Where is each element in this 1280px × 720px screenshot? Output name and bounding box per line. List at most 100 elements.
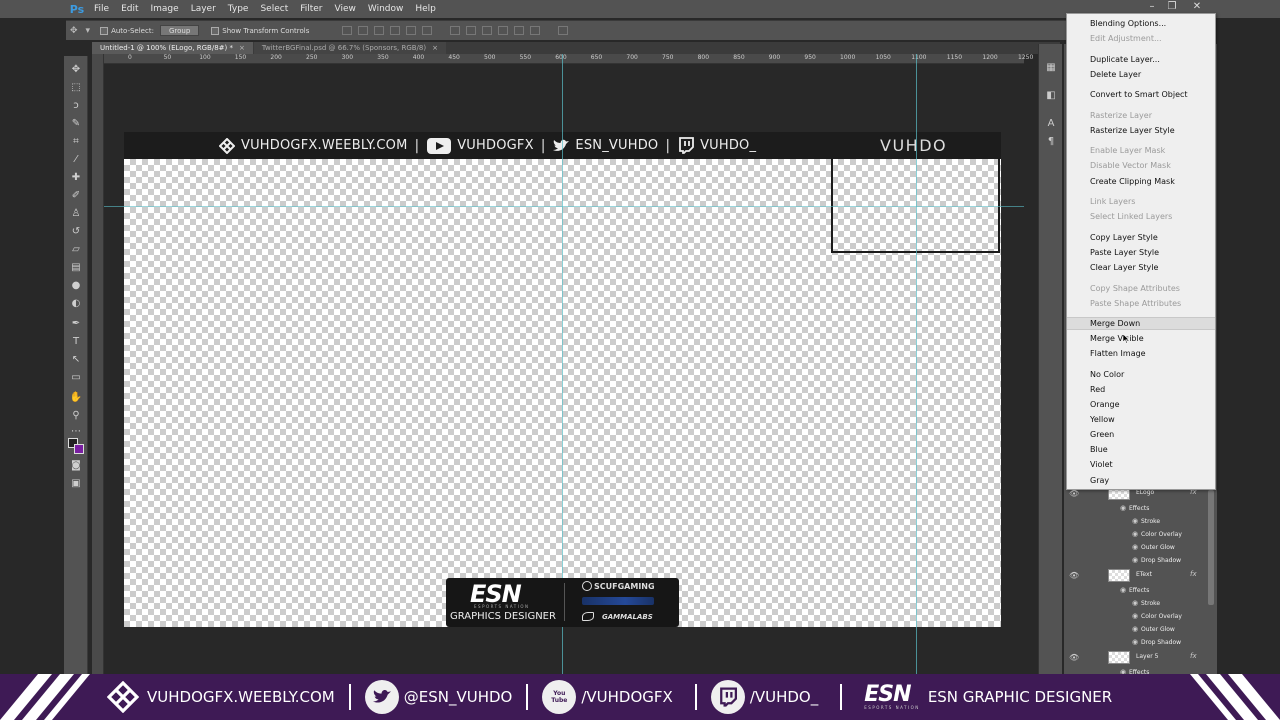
- align-left-icon[interactable]: [390, 26, 401, 35]
- adjustments-panel-icon[interactable]: ◧: [1044, 90, 1058, 102]
- auto-select-dropdown[interactable]: Group: [159, 25, 200, 36]
- menu-item-no-color[interactable]: No Color: [1090, 370, 1124, 379]
- menu-item-duplicate-layer[interactable]: Duplicate Layer...: [1090, 55, 1160, 64]
- transform-controls-checkbox[interactable]: [211, 26, 220, 35]
- menu-item-rasterize-layer-style[interactable]: Rasterize Layer Style: [1090, 126, 1175, 135]
- layer-row[interactable]: 👁 Layer 5 fx: [1064, 650, 1207, 666]
- visibility-eye-icon[interactable]: ◉: [1132, 530, 1138, 538]
- visibility-eye-icon[interactable]: ◉: [1132, 625, 1138, 633]
- menu-item-paste-layer-style[interactable]: Paste Layer Style: [1090, 248, 1159, 257]
- menu-item-flatten-image[interactable]: Flatten Image: [1090, 349, 1146, 358]
- minimize-button[interactable]: –: [1142, 0, 1162, 14]
- menu-item-copy-layer-style[interactable]: Copy Layer Style: [1090, 233, 1158, 242]
- close-button[interactable]: ✕: [1187, 0, 1207, 14]
- distribute-right-icon[interactable]: [530, 26, 541, 35]
- tab-twitter-bg[interactable]: TwitterBGFinal.psd @ 66.7% (Sponsors, RG…: [253, 42, 446, 54]
- move-tool-icon[interactable]: ✥: [69, 64, 83, 76]
- menu-item-convert-to-smart-object[interactable]: Convert to Smart Object: [1090, 90, 1188, 99]
- effects-group-row[interactable]: ◉ Effects: [1120, 503, 1209, 515]
- guide-horizontal[interactable]: [104, 206, 1024, 207]
- visibility-eye-icon[interactable]: ◉: [1132, 543, 1138, 551]
- menu-item-blue[interactable]: Blue: [1090, 445, 1108, 454]
- menu-item-delete-layer[interactable]: Delete Layer: [1090, 70, 1141, 79]
- vertical-ruler[interactable]: [92, 54, 104, 674]
- effect-row[interactable]: ◉ Color Overlay: [1132, 611, 1209, 623]
- eyedropper-tool-icon[interactable]: ⁄: [69, 154, 83, 166]
- distribute-center-icon[interactable]: [514, 26, 525, 35]
- menu-window[interactable]: Window: [362, 0, 410, 18]
- hand-tool-icon[interactable]: ✋: [69, 392, 83, 404]
- menu-item-green[interactable]: Green: [1090, 430, 1114, 439]
- visibility-eye-icon[interactable]: 👁: [1069, 653, 1079, 662]
- crop-tool-icon[interactable]: ⌗: [69, 136, 83, 148]
- quick-mask-icon[interactable]: ◙: [69, 460, 83, 472]
- healing-brush-tool-icon[interactable]: ✚: [69, 172, 83, 184]
- gradient-tool-icon[interactable]: ▤: [69, 262, 83, 274]
- distribute-middle-icon[interactable]: [466, 26, 477, 35]
- visibility-eye-icon[interactable]: ◉: [1132, 517, 1138, 525]
- menu-view[interactable]: View: [329, 0, 362, 18]
- close-icon[interactable]: ×: [432, 42, 438, 54]
- menu-item-red[interactable]: Red: [1090, 385, 1105, 394]
- eraser-tool-icon[interactable]: ▱: [69, 244, 83, 256]
- menu-item-blending-options[interactable]: Blending Options...: [1090, 19, 1166, 28]
- effect-row[interactable]: ◉ Color Overlay: [1132, 529, 1209, 541]
- distribute-top-icon[interactable]: [450, 26, 461, 35]
- menu-item-violet[interactable]: Violet: [1090, 460, 1113, 469]
- history-brush-tool-icon[interactable]: ↺: [69, 226, 83, 238]
- effect-row[interactable]: ◉ Drop Shadow: [1132, 637, 1209, 649]
- quick-select-tool-icon[interactable]: ✎: [69, 118, 83, 130]
- esn-badge[interactable]: ESN ESPORTS NATION GRAPHICS DESIGNER SCU…: [446, 578, 679, 627]
- layers-scrollbar[interactable]: [1208, 490, 1214, 605]
- menu-item-merge-visible[interactable]: Merge Visible: [1090, 334, 1144, 343]
- effect-row[interactable]: ◉ Outer Glow: [1132, 542, 1209, 554]
- character-panel-icon[interactable]: A: [1044, 118, 1058, 130]
- menu-item-yellow[interactable]: Yellow: [1090, 415, 1115, 424]
- layer-fx-icon[interactable]: fx: [1190, 570, 1197, 578]
- align-top-icon[interactable]: [342, 26, 353, 35]
- visibility-eye-icon[interactable]: 👁: [1069, 571, 1079, 580]
- auto-align-icon[interactable]: [558, 26, 569, 35]
- visibility-eye-icon[interactable]: 👁: [1069, 489, 1079, 498]
- visibility-eye-icon[interactable]: ◉: [1132, 638, 1138, 646]
- pen-tool-icon[interactable]: ✒: [69, 318, 83, 330]
- align-right-icon[interactable]: [422, 26, 433, 35]
- visibility-eye-icon[interactable]: ◉: [1120, 504, 1126, 512]
- menu-edit[interactable]: Edit: [115, 0, 144, 18]
- visibility-eye-icon[interactable]: ◉: [1120, 586, 1126, 594]
- marquee-tool-icon[interactable]: ⬚: [69, 82, 83, 94]
- effects-group-row[interactable]: ◉ Effects: [1120, 585, 1209, 597]
- clone-stamp-tool-icon[interactable]: ♙: [69, 208, 83, 220]
- menu-type[interactable]: Type: [222, 0, 255, 18]
- horizontal-ruler[interactable]: 0 50 100 150 200 250 300 350 400 450 500 550 600 650 7…: [104, 54, 1061, 64]
- lasso-tool-icon[interactable]: ↄ: [69, 100, 83, 112]
- type-tool-icon[interactable]: T: [69, 336, 83, 348]
- menu-item-clear-layer-style[interactable]: Clear Layer Style: [1090, 263, 1158, 272]
- menu-filter[interactable]: Filter: [294, 0, 328, 18]
- tab-untitled-1[interactable]: Untitled-1 @ 100% (ELogo, RGB/8#) * ×: [92, 42, 253, 54]
- menu-item-gray[interactable]: Gray: [1090, 476, 1109, 485]
- align-center-icon[interactable]: [406, 26, 417, 35]
- brush-tool-icon[interactable]: ✐: [69, 190, 83, 202]
- align-bottom-icon[interactable]: [374, 26, 385, 35]
- distribute-bottom-icon[interactable]: [482, 26, 493, 35]
- menu-file[interactable]: File: [88, 0, 115, 18]
- close-icon[interactable]: ×: [239, 42, 245, 54]
- effect-row[interactable]: ◉ Stroke: [1132, 516, 1209, 528]
- zoom-tool-icon[interactable]: ⚲: [69, 410, 83, 422]
- menu-select[interactable]: Select: [254, 0, 294, 18]
- auto-select-checkbox[interactable]: [100, 26, 109, 35]
- shape-tool-icon[interactable]: ▭: [69, 372, 83, 384]
- align-middle-icon[interactable]: [358, 26, 369, 35]
- chevron-down-icon[interactable]: ▾: [82, 26, 95, 36]
- guide-vertical[interactable]: [916, 54, 917, 674]
- history-panel-icon[interactable]: ▦: [1044, 62, 1058, 74]
- distribute-left-icon[interactable]: [498, 26, 509, 35]
- visibility-eye-icon[interactable]: ◉: [1132, 556, 1138, 564]
- effect-row[interactable]: ◉ Drop Shadow: [1132, 555, 1209, 567]
- blur-tool-icon[interactable]: ●: [69, 280, 83, 292]
- dodge-tool-icon[interactable]: ◐: [69, 298, 83, 310]
- menu-image[interactable]: Image: [145, 0, 185, 18]
- menu-item-merge-down[interactable]: Merge Down: [1067, 317, 1215, 330]
- menu-layer[interactable]: Layer: [185, 0, 222, 18]
